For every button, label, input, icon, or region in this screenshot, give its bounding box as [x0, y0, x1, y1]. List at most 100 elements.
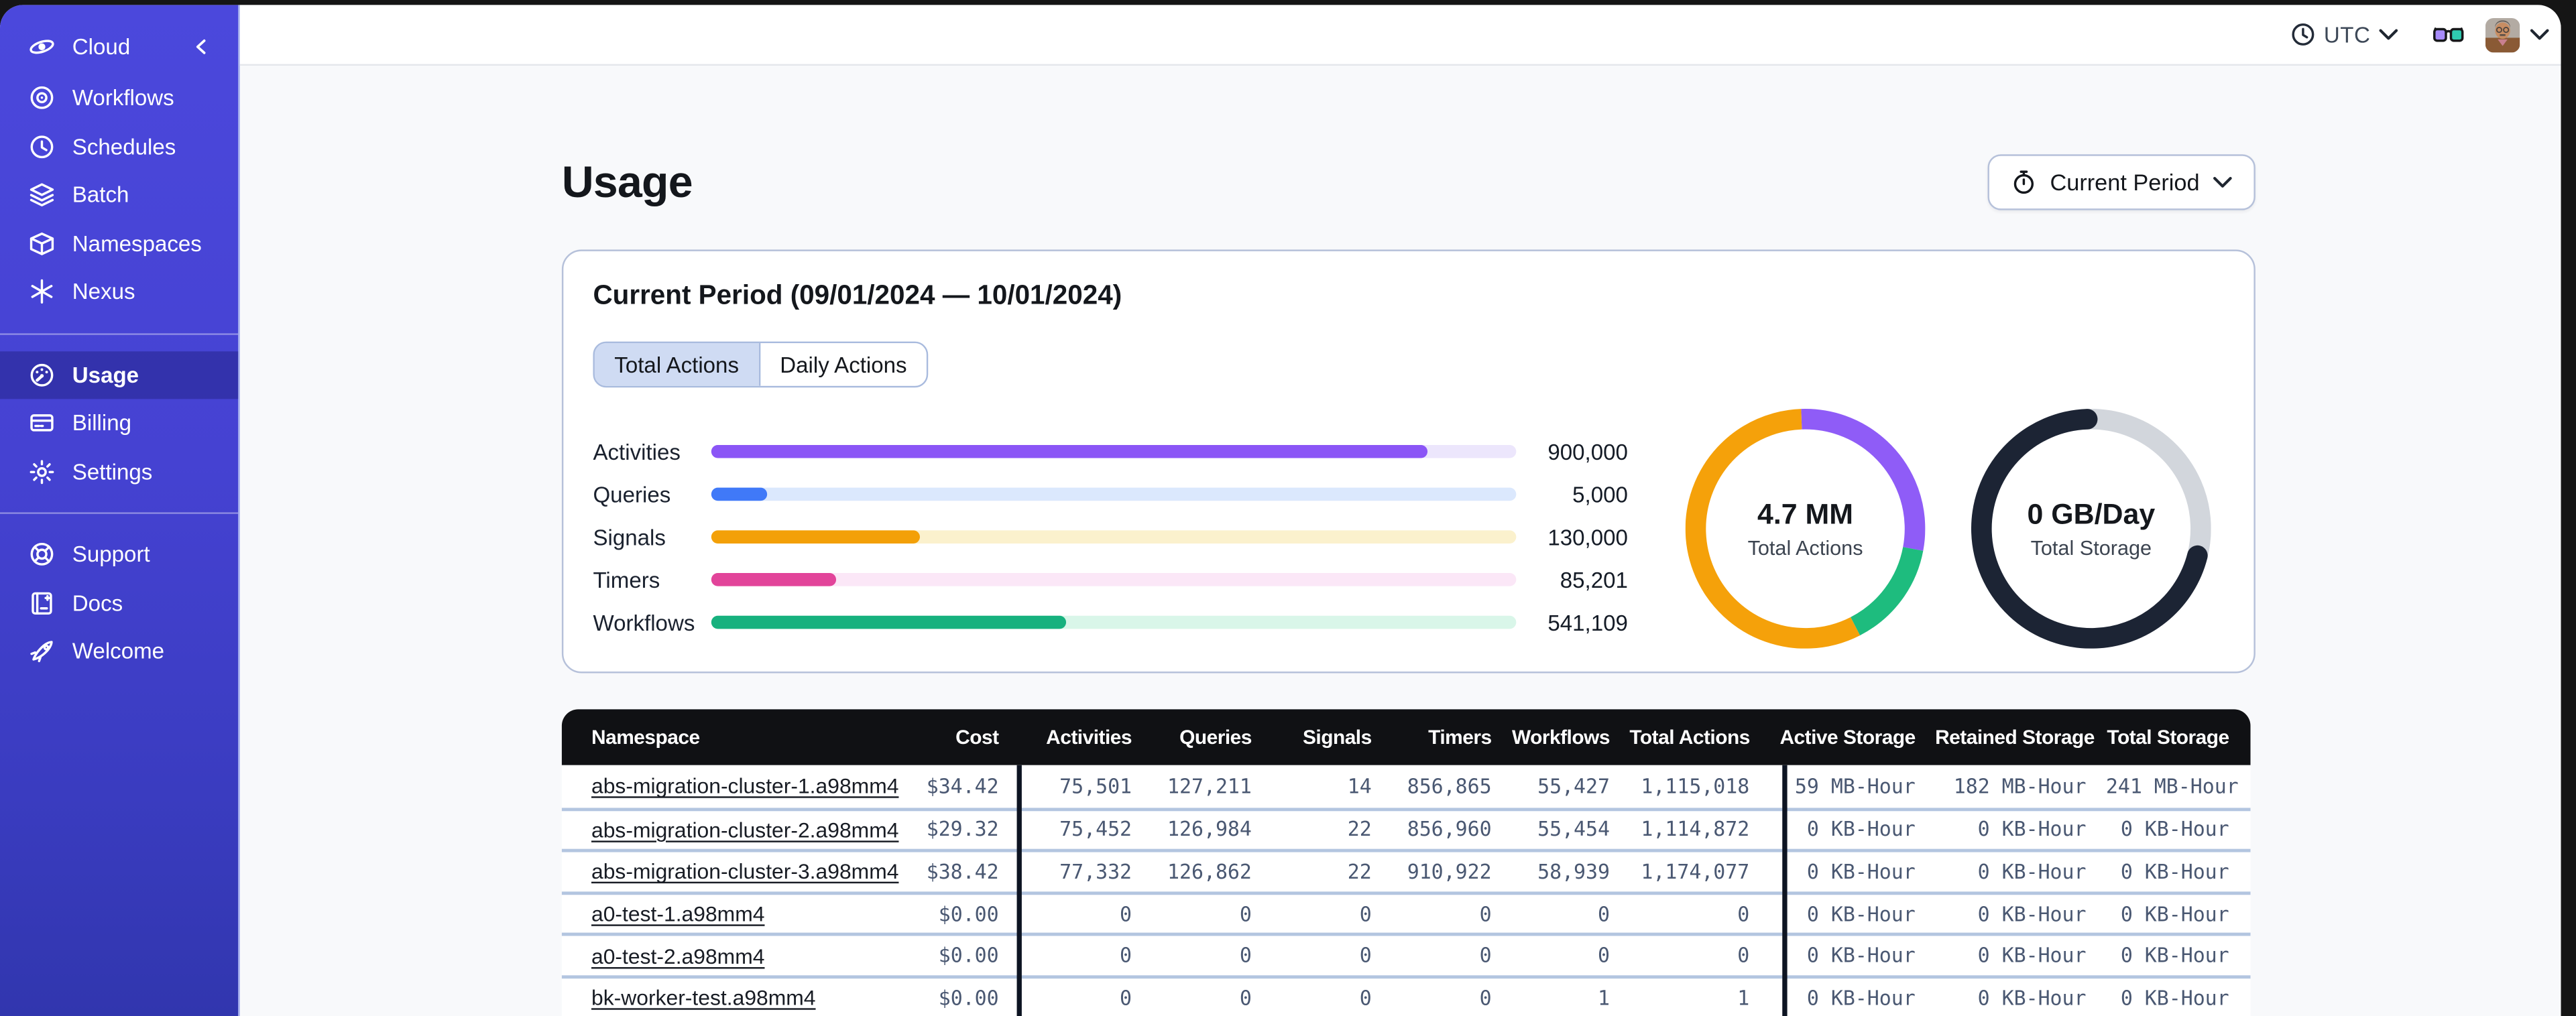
namespaces-icon — [28, 229, 56, 257]
value-cell: 55,427 — [1537, 774, 1610, 798]
value-cell: 0 — [1598, 902, 1610, 926]
user-menu-chevron-icon[interactable] — [2530, 28, 2549, 42]
value-cell: 0 — [1479, 944, 1492, 968]
top-bar: UTC — [239, 5, 2561, 66]
value-cell: 0 — [1359, 986, 1372, 1010]
tab-total-actions[interactable]: Total Actions — [594, 343, 759, 386]
namespace-link[interactable]: bk-worker-test.a98mm4 — [591, 986, 816, 1011]
donut-value: 0 GB/Day — [2027, 497, 2156, 531]
value-cell: 0 — [1120, 902, 1132, 926]
timezone-selector[interactable]: UTC — [2289, 21, 2398, 48]
sidebar-groups: Workflows Schedules Batch Namespaces Nexus Us… — [0, 74, 239, 676]
column-header-timers: Timers — [1428, 725, 1492, 749]
current-period-card: Current Period (09/01/2024 — 10/01/2024)… — [561, 249, 2256, 674]
sidebar-item-label: Billing — [72, 411, 132, 436]
sidebar-brand-label: Cloud — [72, 34, 131, 58]
user-avatar[interactable] — [2485, 17, 2520, 52]
donut-total-actions: 4.7 MM Total Actions — [1685, 409, 1926, 649]
bar-value: 900,000 — [1547, 439, 1628, 464]
value-cell: 0 KB-Hour — [1806, 902, 1916, 926]
value-cell: 0 KB-Hour — [1806, 944, 1916, 968]
value-cell: 75,452 — [1059, 818, 1132, 842]
value-cell: 0 KB-Hour — [1977, 902, 2087, 926]
bar-track — [711, 444, 1517, 458]
column-header-active-storage: Active Storage — [1779, 725, 1916, 749]
period-button-label: Current Period — [2050, 169, 2200, 196]
value-cell: 0 KB-Hour — [1806, 986, 1916, 1010]
period-selector-button[interactable]: Current Period — [1987, 154, 2256, 210]
screenshot-stage: Cloud Workflows Schedules Batch Namespaces N… — [0, 0, 2576, 1016]
main-area: UTC Usage Current Period Current Period … — [239, 5, 2561, 1016]
value-cell: 1,114,872 — [1641, 818, 1750, 842]
table-body: abs-migration-cluster-1.a98mm4 $34.42 75,5… — [561, 765, 2251, 1016]
actions-bar-chart: Activities 900,000 Queries 5,000 Signals 130,… — [593, 430, 1628, 649]
value-cell: 0 — [1120, 944, 1132, 968]
value-cell: 0 — [1479, 902, 1492, 926]
column-header-total-actions: Total Actions — [1629, 725, 1750, 749]
donut-label: Total Storage — [2030, 537, 2152, 560]
bar-value: 85,201 — [1560, 567, 1628, 592]
namespace-cell: a0-test-1.a98mm4 — [562, 901, 907, 926]
bar-label: Queries — [593, 482, 671, 507]
value-cell: 1,115,018 — [1641, 774, 1750, 798]
value-cell: 0 — [1239, 902, 1252, 926]
value-cell: 22 — [1347, 860, 1372, 884]
sidebar-item-support[interactable]: Support — [0, 530, 238, 578]
support-icon — [28, 541, 56, 569]
value-cell: 0 — [1737, 902, 1750, 926]
namespace-link[interactable]: abs-migration-cluster-3.a98mm4 — [591, 860, 898, 885]
namespace-link[interactable]: abs-migration-cluster-2.a98mm4 — [591, 818, 898, 842]
value-cell: 126,862 — [1167, 860, 1252, 884]
value-cell: 127,211 — [1167, 774, 1252, 798]
schedules-icon — [28, 133, 56, 161]
table-row: a0-test-1.a98mm4 $0.00 0 0 0 0 0 0 0 KB-Hour 0 KB… — [561, 891, 2251, 934]
sidebar-collapse-button[interactable] — [189, 34, 214, 58]
sidebar-item-cloud[interactable]: Cloud — [0, 18, 238, 74]
namespace-cell: abs-migration-cluster-2.a98mm4 — [562, 818, 907, 842]
value-cell: 0 — [1737, 944, 1750, 968]
value-cell: 0 KB-Hour — [2120, 986, 2229, 1010]
chevron-down-icon — [2213, 176, 2232, 189]
tab-daily-actions[interactable]: Daily Actions — [758, 343, 927, 386]
table-row: abs-migration-cluster-3.a98mm4 $38.42 77,3… — [561, 849, 2251, 891]
sidebar-item-label: Welcome — [72, 639, 165, 664]
value-cell: 0 KB-Hour — [1806, 860, 1916, 884]
glasses-icon[interactable] — [2433, 25, 2464, 44]
bar-fill — [711, 573, 836, 586]
workflows-icon — [28, 84, 56, 113]
column-header-activities: Activities — [1046, 725, 1132, 749]
namespace-link[interactable]: abs-migration-cluster-1.a98mm4 — [591, 774, 898, 799]
sidebar-item-usage[interactable]: Usage — [0, 351, 239, 399]
sidebar-item-docs[interactable]: Docs — [0, 579, 238, 627]
bar-row-workflows: Workflows 541,109 — [593, 601, 1628, 644]
value-cell: 0 KB-Hour — [2120, 902, 2229, 926]
value-cell: 0 KB-Hour — [2120, 818, 2229, 842]
sidebar-item-welcome[interactable]: Welcome — [0, 627, 238, 676]
value-cell: $29.32 — [926, 818, 999, 842]
sidebar-item-label: Batch — [72, 182, 129, 208]
usage-icon — [28, 361, 56, 389]
sidebar-item-workflows[interactable]: Workflows — [0, 74, 238, 122]
namespace-link[interactable]: a0-test-2.a98mm4 — [591, 944, 764, 968]
sidebar-item-batch[interactable]: Batch — [0, 171, 238, 219]
timezone-label: UTC — [2323, 22, 2371, 47]
bar-label: Signals — [593, 524, 666, 550]
namespace-cell: bk-worker-test.a98mm4 — [562, 986, 907, 1011]
docs-icon — [28, 589, 56, 617]
sidebar-item-namespaces[interactable]: Namespaces — [0, 219, 238, 267]
sidebar-item-label: Usage — [72, 362, 139, 387]
table-row: a0-test-2.a98mm4 $0.00 0 0 0 0 0 0 0 KB-Hour 0 KB… — [561, 933, 2251, 976]
bar-row-queries: Queries 5,000 — [593, 473, 1628, 516]
sidebar-item-settings[interactable]: Settings — [0, 448, 238, 496]
sidebar-item-billing[interactable]: Billing — [0, 399, 238, 447]
sidebar-item-schedules[interactable]: Schedules — [0, 123, 238, 171]
namespace-link[interactable]: a0-test-1.a98mm4 — [591, 901, 764, 926]
donut-center: 4.7 MM Total Actions — [1686, 409, 1926, 649]
bar-track — [711, 615, 1517, 629]
bar-label: Timers — [593, 567, 660, 592]
sidebar-item-nexus[interactable]: Nexus — [0, 267, 238, 316]
value-cell: 856,865 — [1407, 774, 1492, 798]
donut-label: Total Actions — [1747, 537, 1863, 560]
page-header: Usage Current Period — [562, 154, 2256, 210]
value-cell: 0 KB-Hour — [2120, 860, 2229, 884]
